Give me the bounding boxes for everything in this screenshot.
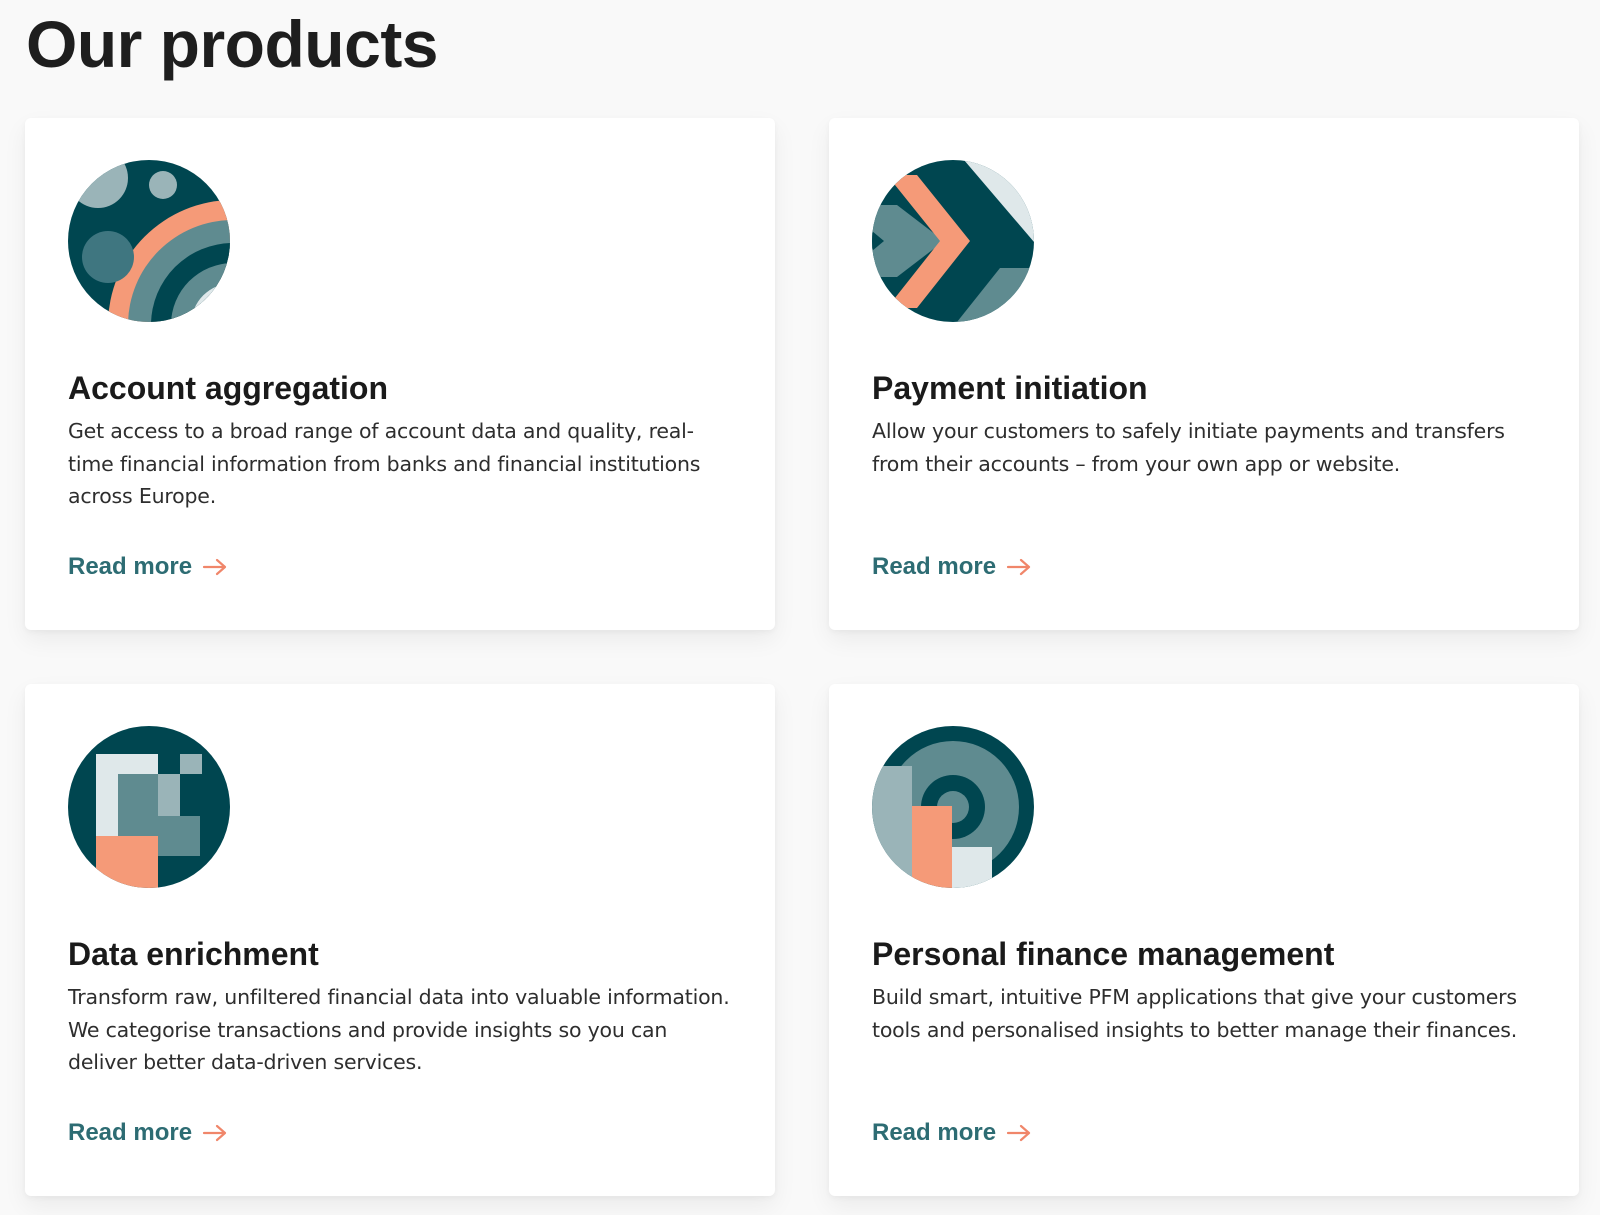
card-description: Transform raw, unfiltered financial data… (68, 985, 730, 1074)
data-enrichment-illustration (68, 726, 230, 888)
page-title: Our products (26, 7, 439, 81)
read-more-link[interactable]: Read more (68, 1118, 228, 1148)
account-aggregation-illustration (68, 160, 230, 322)
product-card-data-enrichment: Data enrichment Transform raw, unfiltere… (25, 684, 775, 1196)
read-more-link[interactable]: Read more (68, 552, 228, 582)
card-title: Account aggregation (68, 370, 389, 406)
product-card-account-aggregation: Account aggregation Get access to a broa… (25, 118, 775, 630)
arrow-right-icon (1006, 1123, 1032, 1143)
arrow-right-icon (202, 1123, 228, 1143)
read-more-label: Read more (68, 1119, 193, 1146)
card-description: Build smart, intuitive PFM applications … (872, 985, 1518, 1042)
card-title: Payment initiation (872, 370, 1148, 406)
card-title: Personal finance management (872, 936, 1335, 972)
personal-finance-illustration (872, 726, 1034, 888)
read-more-link[interactable]: Read more (872, 552, 1032, 582)
card-title: Data enrichment (68, 936, 319, 972)
product-card-personal-finance-management: Personal finance management Build smart,… (829, 684, 1579, 1196)
card-description: Get access to a broad range of account d… (68, 419, 701, 508)
read-more-label: Read more (68, 553, 193, 580)
read-more-label: Read more (872, 553, 997, 580)
card-description: Allow your customers to safely initiate … (872, 419, 1505, 476)
arrow-right-icon (202, 557, 228, 577)
payment-initiation-illustration (872, 160, 1034, 322)
product-card-payment-initiation: Payment initiation Allow your customers … (829, 118, 1579, 630)
read-more-label: Read more (872, 1119, 997, 1146)
read-more-link[interactable]: Read more (872, 1118, 1032, 1148)
arrow-right-icon (1006, 557, 1032, 577)
